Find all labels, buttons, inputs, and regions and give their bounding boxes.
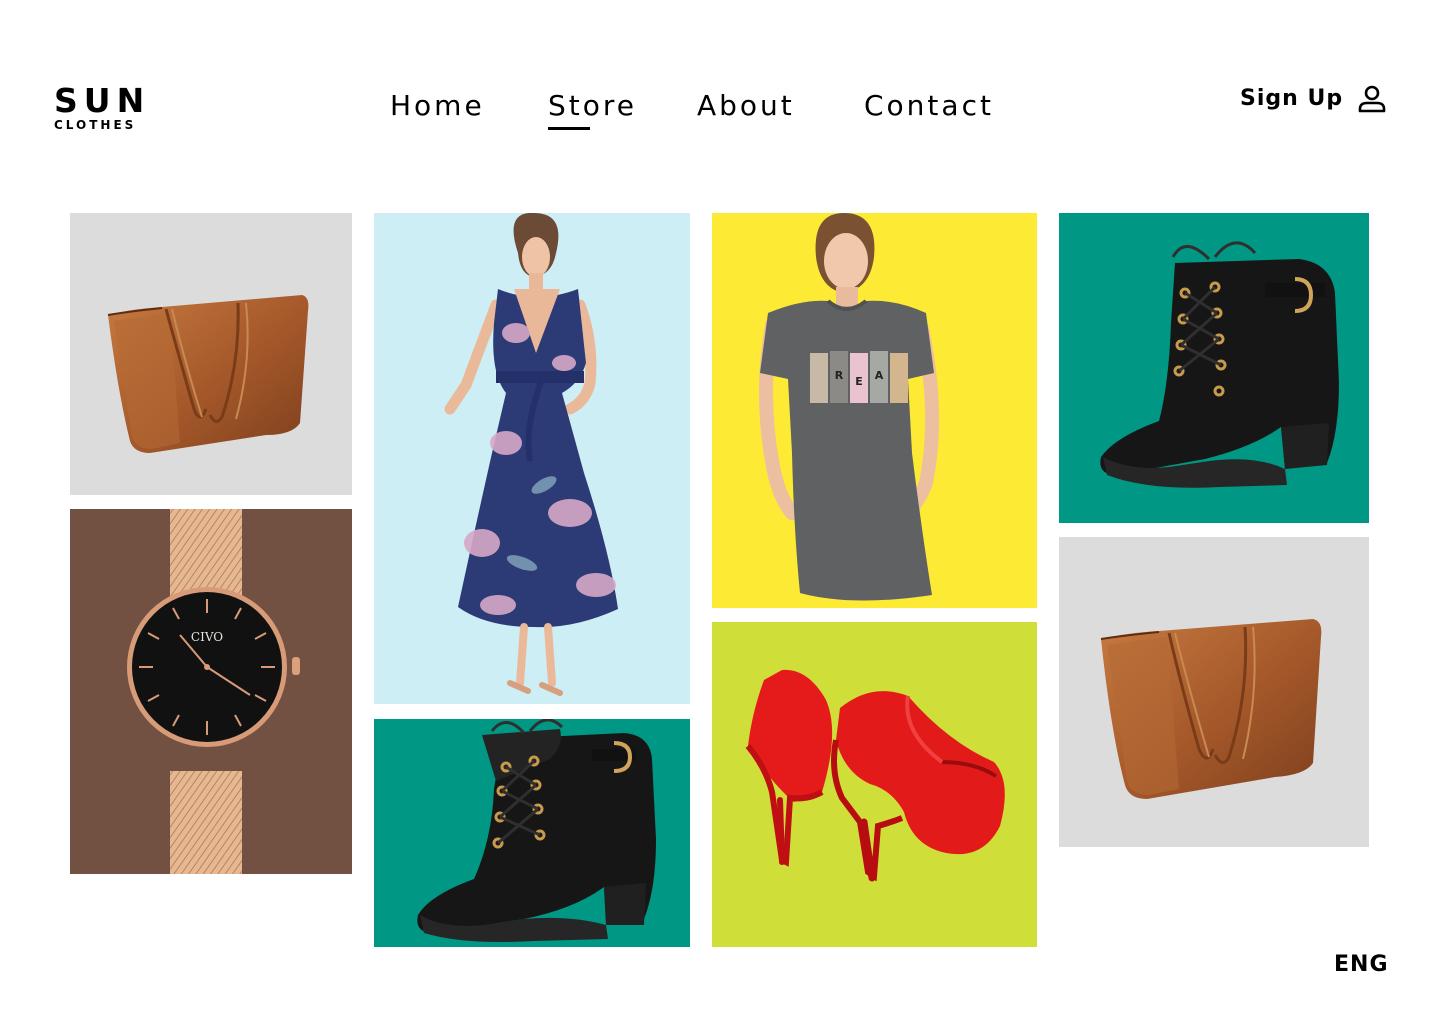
product-tile-tote-bag[interactable] bbox=[70, 213, 352, 495]
boots-icon bbox=[417, 719, 656, 942]
svg-text:E: E bbox=[855, 375, 863, 388]
tshirt-dress-icon: REA bbox=[759, 213, 940, 601]
signup-button[interactable]: Sign Up bbox=[1240, 84, 1387, 114]
tote-bag-icon bbox=[1100, 619, 1322, 799]
user-icon bbox=[1357, 84, 1387, 114]
signup-label: Sign Up bbox=[1240, 86, 1344, 111]
nav-item-about[interactable]: About bbox=[697, 88, 795, 124]
nav-item-home[interactable]: Home bbox=[390, 88, 485, 124]
product-tile-ankle-boots[interactable] bbox=[1059, 213, 1369, 523]
heels-icon bbox=[745, 669, 1005, 882]
brand-name: SUN bbox=[54, 81, 151, 120]
nav-item-contact[interactable]: Contact bbox=[864, 88, 994, 124]
product-tile-red-heels[interactable] bbox=[712, 622, 1037, 947]
product-tile-watch[interactable]: CIVO bbox=[70, 509, 352, 874]
brand-logo[interactable]: SUN CLOTHES bbox=[54, 81, 151, 133]
product-tile-tshirt-dress[interactable]: REA bbox=[712, 213, 1037, 608]
product-tile-tote-bag[interactable] bbox=[1059, 537, 1369, 847]
nav-active-indicator bbox=[548, 127, 590, 130]
boots-icon bbox=[1100, 241, 1339, 488]
svg-text:R: R bbox=[835, 369, 844, 382]
product-tile-ankle-boots[interactable] bbox=[374, 719, 690, 947]
nav-item-store[interactable]: Store bbox=[548, 88, 637, 124]
svg-text:A: A bbox=[875, 369, 884, 382]
product-tile-floral-dress[interactable] bbox=[374, 213, 690, 704]
tote-bag-icon bbox=[107, 295, 309, 453]
dress-icon bbox=[444, 213, 618, 696]
watch-brand-label: CIVO bbox=[191, 630, 223, 644]
watch-icon: CIVO bbox=[127, 509, 300, 874]
brand-tagline: CLOTHES bbox=[54, 118, 137, 132]
language-selector[interactable]: ENG bbox=[1334, 951, 1389, 979]
